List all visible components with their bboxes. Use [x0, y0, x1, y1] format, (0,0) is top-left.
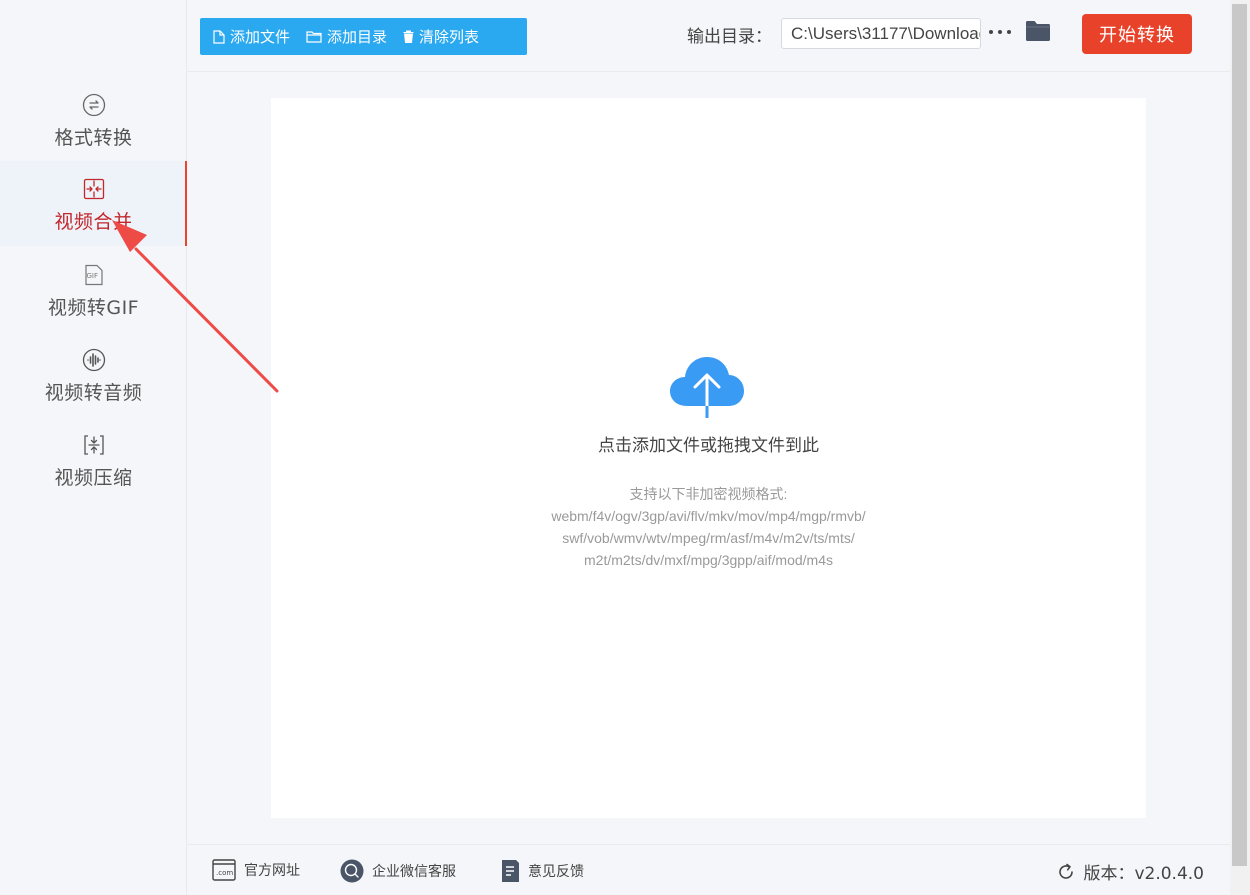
start-convert-button[interactable]: 开始转换: [1082, 14, 1192, 54]
more-options-icon[interactable]: [989, 22, 1011, 42]
add-file-button[interactable]: 添加文件: [200, 18, 298, 55]
formats-line: webm/f4v/ogv/3gp/avi/flv/mkv/mov/mp4/mgp…: [551, 508, 866, 524]
wechat-support-icon: [340, 859, 364, 883]
gif-icon: GIF: [82, 263, 106, 287]
folder-outline-icon: [306, 31, 322, 43]
sidebar-item-label: 视频合并: [54, 211, 133, 233]
customer-service-link[interactable]: 企业微信客服: [340, 859, 456, 883]
website-label: 官方网址: [244, 863, 300, 879]
clear-list-button[interactable]: 清除列表: [395, 18, 487, 55]
sidebar-item-format-convert[interactable]: 格式转换: [0, 85, 187, 170]
gif-icon-text: GIF: [86, 272, 99, 280]
version-label: 版本：v2.0.4.0: [1083, 864, 1204, 884]
main-panel: 点击添加文件或拖拽文件到此 支持以下非加密视频格式: webm/f4v/ogv/…: [187, 72, 1230, 844]
website-link[interactable]: .com 官方网址: [212, 859, 300, 881]
convert-icon: [82, 93, 106, 117]
cloud-upload-icon: [669, 354, 745, 424]
sidebar: 格式转换 视频合并 GIF 视频转GIF 视频转音频 视频压缩: [0, 0, 187, 895]
sidebar-item-video-compress[interactable]: 视频压缩: [0, 425, 187, 510]
sidebar-item-label: 视频压缩: [54, 467, 133, 489]
add-folder-button[interactable]: 添加目录: [298, 18, 395, 55]
formats-line: m2t/m2ts/dv/mxf/mpg/3gpp/aif/mod/m4s: [584, 552, 833, 568]
sidebar-item-video-merge[interactable]: 视频合并: [0, 161, 187, 246]
clear-list-label: 清除列表: [419, 28, 480, 46]
output-dir-field[interactable]: C:\Users\31177\Downloads: [781, 18, 981, 49]
output-dir-label: 输出目录：: [687, 27, 772, 47]
drop-hint: 点击添加文件或拖拽文件到此: [598, 436, 819, 456]
website-icon: .com: [212, 859, 236, 881]
version-info: 版本：v2.0.4.0: [1056, 859, 1204, 884]
open-folder-icon[interactable]: [1025, 20, 1051, 46]
compress-icon: [82, 433, 106, 457]
file-drop-zone[interactable]: 点击添加文件或拖拽文件到此 支持以下非加密视频格式: webm/f4v/ogv/…: [271, 98, 1146, 818]
feedback-icon: [502, 860, 519, 882]
sidebar-item-label: 视频转音频: [44, 382, 143, 404]
formats-line: swf/vob/wmv/wtv/mpeg/rm/asf/m4v/m2v/ts/m…: [562, 530, 855, 546]
trash-icon: [403, 30, 414, 43]
file-icon: [213, 29, 225, 44]
file-button-group: 添加文件 添加目录 清除列表: [200, 18, 527, 55]
refresh-icon[interactable]: [1056, 862, 1076, 882]
sidebar-item-label: 格式转换: [54, 127, 133, 149]
formats-title: 支持以下非加密视频格式:: [629, 486, 788, 502]
feedback-label: 意见反馈: [528, 864, 584, 880]
customer-service-label: 企业微信客服: [372, 864, 456, 880]
feedback-link[interactable]: 意见反馈: [500, 859, 584, 883]
output-dir-value: C:\Users\31177\Downloads: [791, 24, 981, 43]
sidebar-item-video-to-gif[interactable]: GIF 视频转GIF: [0, 255, 187, 340]
sidebar-item-video-to-audio[interactable]: 视频转音频: [0, 340, 187, 425]
toolbar: 添加文件 添加目录 清除列表 输出目录： C:\Users\31177\Down…: [187, 0, 1230, 72]
merge-icon: [82, 177, 106, 201]
add-folder-label: 添加目录: [327, 28, 388, 46]
supported-formats: 支持以下非加密视频格式: webm/f4v/ogv/3gp/avi/flv/mk…: [271, 483, 1146, 571]
footer: .com 官方网址 企业微信客服 意见反馈 版本：v2.0.4.0: [187, 844, 1230, 895]
scrollbar-thumb[interactable]: [1232, 4, 1247, 866]
audio-icon: [82, 348, 106, 372]
add-file-label: 添加文件: [230, 28, 291, 46]
sidebar-item-label: 视频转GIF: [47, 297, 140, 319]
